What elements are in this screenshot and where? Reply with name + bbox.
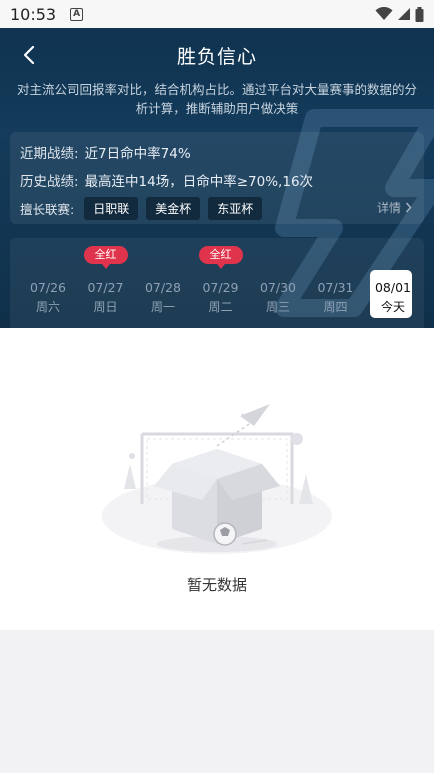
date-tab-weekday: 周四 xyxy=(323,300,348,314)
battery-icon xyxy=(415,6,424,22)
date-tab[interactable]: 08/01 今天 xyxy=(367,238,419,328)
date-tab[interactable]: 07/28 周一 xyxy=(137,238,189,328)
league-tag[interactable]: 东亚杯 xyxy=(208,197,263,220)
leagues-label: 擅长联赛: xyxy=(20,202,75,217)
recent-record-label: 近期战绩: xyxy=(20,146,79,162)
nav-bar: 胜负信心 xyxy=(0,28,434,80)
empty-state-text: 暂无数据 xyxy=(186,576,247,594)
date-tab[interactable]: 07/26 周六 xyxy=(22,238,74,328)
content-area: 暂无数据 xyxy=(0,328,434,630)
date-selector: 07/26 周六 全红 07/27 周日 07/28 周一 全红 07/29 周二 07/30 周三 0… xyxy=(10,238,424,328)
status-notification-icon: A xyxy=(70,7,84,21)
date-tab-weekday: 周二 xyxy=(208,300,233,314)
date-tab[interactable]: 全红 07/29 周二 xyxy=(195,238,247,328)
date-tab-weekday: 周一 xyxy=(150,300,175,314)
league-tag[interactable]: 美金杯 xyxy=(146,197,201,220)
league-tag[interactable]: 日职联 xyxy=(84,197,139,220)
date-tab-weekday: 今天 xyxy=(380,300,405,314)
date-tab[interactable]: 全红 07/27 周日 xyxy=(80,238,132,328)
date-tab-date: 08/01 xyxy=(374,280,412,295)
detail-link[interactable]: 详情 xyxy=(377,199,412,216)
date-tab-weekday: 周三 xyxy=(265,300,290,314)
signal-icon xyxy=(398,8,410,20)
leagues-row: 擅长联赛: 日职联 美金杯 东亚杯 xyxy=(20,197,270,220)
date-result-badge: 全红 xyxy=(83,246,128,269)
date-tab-date: 07/27 xyxy=(87,280,124,295)
hero-section: 胜负信心 对主流公司回报率对比，结合机构占比。通过平台对大量赛事的数据的分析计算… xyxy=(0,28,434,328)
date-tab-date: 07/31 xyxy=(317,280,354,295)
status-bar: 10:53 A xyxy=(0,0,434,28)
history-record-value: 最高连中14场，日命中率≥70%,16次 xyxy=(84,174,314,190)
date-tab-date: 07/30 xyxy=(259,280,297,295)
history-record-label: 历史战绩: xyxy=(20,174,79,190)
chevron-right-icon xyxy=(405,202,412,213)
date-tab-weekday: 周六 xyxy=(35,300,60,314)
date-tab-date: 07/26 xyxy=(29,280,67,295)
wifi-icon xyxy=(375,7,393,20)
empty-box-soccer-illustration xyxy=(102,404,332,554)
date-tab-date: 07/28 xyxy=(144,280,182,295)
date-result-badge: 全红 xyxy=(198,246,243,269)
history-record-row: 历史战绩: 最高连中14场，日命中率≥70%,16次 xyxy=(20,170,313,190)
page-title: 胜负信心 xyxy=(176,46,257,68)
status-time: 10:53 xyxy=(10,4,57,24)
record-card: 近期战绩: 近7日命中率74% 历史战绩: 最高连中14场，日命中率≥70%,16次… xyxy=(10,132,424,224)
detail-label: 详情 xyxy=(376,201,401,215)
description-text: 对主流公司回报率对比，结合机构占比。通过平台对大量赛事的数据的分析计算，推断辅助… xyxy=(16,82,417,116)
recent-record-value: 近7日命中率74% xyxy=(84,146,191,162)
recent-record-row: 近期战绩: 近7日命中率74% xyxy=(20,142,191,162)
date-tab[interactable]: 07/30 周三 xyxy=(252,238,304,328)
date-tab-date: 07/29 xyxy=(202,280,239,295)
date-tab[interactable]: 07/31 周四 xyxy=(310,238,362,328)
date-tab-weekday: 周日 xyxy=(93,300,118,314)
